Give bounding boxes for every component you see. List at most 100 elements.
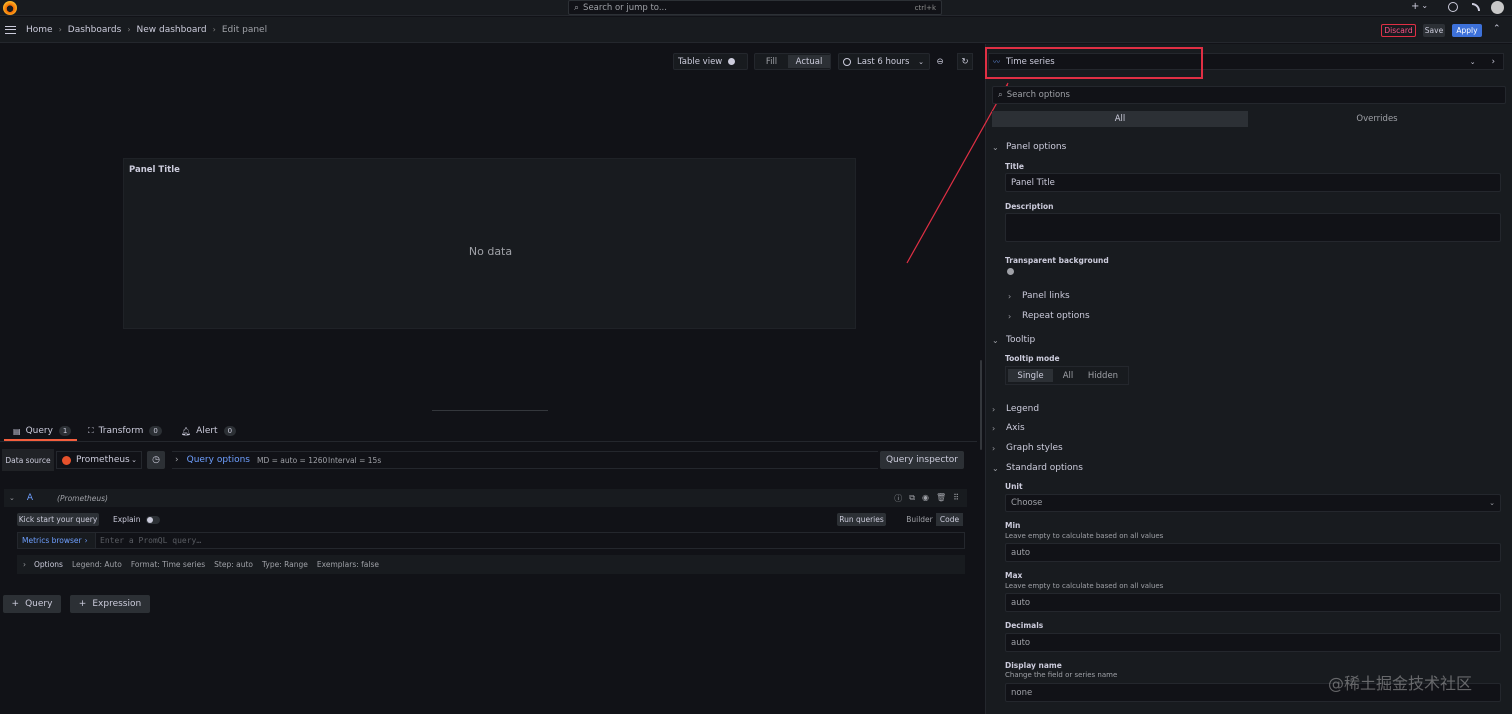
query-options-toggle[interactable]: › Query options [175,455,250,465]
section-tooltip-label: Tooltip [1006,335,1036,345]
editor-tabs: ▤ Query 1 ⛶ Transform 0 🔔︎ Alert 0 [0,421,977,441]
tooltip-mode-hidden[interactable]: Hidden [1081,367,1125,384]
kick-start-button[interactable]: Kick start your query [17,513,99,526]
panel-preview[interactable]: Panel Title No data [123,158,856,329]
breadcrumb-home[interactable]: Home [26,25,53,35]
metrics-browser-label: Metrics browser [22,536,82,545]
section-axis-label: Axis [1006,423,1025,433]
section-standard-options[interactable]: ⌄ Standard options [992,463,1083,473]
search-icon: ⌕ [998,90,1003,100]
query-ref[interactable]: A [27,493,33,503]
breadcrumb-new-dashboard[interactable]: New dashboard [137,25,207,35]
section-panel-links[interactable]: › Panel links [1008,291,1070,301]
transparent-toggle[interactable] [1007,268,1014,275]
transform-icon: ⛶ [88,426,94,435]
tab-all[interactable]: All [992,111,1248,127]
chevron-right-icon[interactable]: › [1492,57,1495,67]
help-icon[interactable]: ⓘ [894,493,902,504]
avatar[interactable] [1491,1,1504,14]
search-icon: ⌕ [574,2,580,13]
min-label: Min [1005,521,1021,530]
title-label: Title [1005,162,1024,171]
decimals-input[interactable]: auto [1005,633,1501,652]
shortcut-hint: ctrl+k [914,3,936,12]
database-icon: ▤ [13,426,21,436]
metrics-browser-button[interactable]: Metrics browser › [18,533,96,548]
min-input[interactable]: auto [1005,543,1501,562]
actual-option[interactable]: Actual [788,55,830,68]
section-legend[interactable]: › Legend [992,404,1039,414]
section-panel-options-label: Panel options [1006,142,1067,152]
refresh-icon[interactable]: ↻ [957,53,973,70]
menu-icon[interactable] [5,25,16,34]
title-input[interactable]: Panel Title [1005,173,1501,192]
time-range-picker[interactable]: Last 6 hours ⌄ [838,53,930,70]
breadcrumb-dashboards[interactable]: Dashboards [68,25,122,35]
zoom-out-icon[interactable]: ⊖ [932,53,948,70]
datasource-picker[interactable]: Prometheus ⌄ [56,451,142,469]
news-icon[interactable] [1472,3,1480,11]
unit-picker[interactable]: Choose ⌄ [1005,494,1501,512]
new-menu-button[interactable]: + ⌄ [1411,1,1428,12]
grafana-logo[interactable] [3,1,17,15]
max-input[interactable]: auto [1005,593,1501,612]
query-inspector-button[interactable]: Query inspector [880,451,964,469]
description-textarea[interactable] [1005,213,1501,242]
add-expression-button[interactable]: + Expression [70,595,150,613]
explain-label: Explain [113,515,141,524]
tooltip-mode-all[interactable]: All [1055,367,1081,384]
section-axis[interactable]: › Axis [992,423,1025,433]
save-button[interactable]: Save [1423,24,1445,37]
code-option[interactable]: Code [936,513,963,526]
chevron-right-icon: › [58,25,62,34]
chevron-down-icon: ⌄ [1469,57,1476,66]
pane-splitter[interactable] [980,360,982,450]
format-info: Format: Time series [130,560,206,569]
chevron-up-icon[interactable]: ⌃ [1493,24,1501,34]
chevron-down-icon[interactable]: ⌄ [9,494,15,502]
global-search[interactable]: ⌕ Search or jump to... ctrl+k [568,0,942,15]
tab-query[interactable]: ▤ Query 1 [13,421,72,441]
breadcrumb-edit-panel: Edit panel [221,24,268,35]
history-icon[interactable]: ◷ [147,451,165,469]
chevron-right-icon: › [1008,291,1012,301]
section-graph-styles[interactable]: › Graph styles [992,443,1063,453]
toggle-switch[interactable] [146,515,161,524]
builder-option[interactable]: Builder [903,513,936,526]
table-view-toggle[interactable]: Table view [673,53,748,70]
tab-transform[interactable]: ⛶ Transform 0 [88,421,162,441]
add-query-button[interactable]: + Query [3,595,61,613]
help-icon[interactable] [1448,2,1458,12]
apply-button[interactable]: Apply [1452,24,1482,37]
promql-input[interactable]: Enter a PromQL query… [100,536,201,545]
fill-option[interactable]: Fill [755,57,788,67]
trash-icon[interactable]: 🗑︎ [936,493,946,504]
section-repeat-options[interactable]: › Repeat options [1008,311,1090,321]
description-label: Description [1005,202,1054,211]
search-options-input[interactable]: Search options [1007,90,1070,100]
toggle-switch[interactable] [728,58,736,65]
drag-handle-icon[interactable]: ⠿ [953,493,959,504]
query-options-summary[interactable]: › Options Legend: Auto Format: Time seri… [17,555,965,574]
section-tooltip[interactable]: ⌄ Tooltip [992,335,1035,345]
tab-overrides[interactable]: Overrides [1248,111,1506,127]
chevron-right-icon: › [175,455,179,465]
query-row-header: ⌄ A (Prometheus) ⓘ ⧉ ◉ 🗑︎ ⠿ [4,489,967,507]
section-standard-options-label: Standard options [1006,463,1083,473]
search-options-field[interactable]: ⌕ Search options [992,86,1506,104]
annotation-arrow [906,82,1009,264]
chevron-down-icon: ⌄ [992,335,999,345]
unit-value: Choose [1011,498,1043,508]
splitter-handle[interactable] [432,410,548,411]
tooltip-mode-single[interactable]: Single [1008,369,1053,382]
explain-toggle[interactable]: Explain [113,515,161,524]
duplicate-icon[interactable]: ⧉ [909,493,915,504]
tab-alert[interactable]: 🔔︎ Alert 0 [181,421,237,441]
run-queries-button[interactable]: Run queries [837,513,886,526]
eye-icon[interactable]: ◉ [922,493,929,504]
add-query-label: Query [25,599,53,609]
section-panel-options[interactable]: ⌄ Panel options [992,142,1066,152]
datasource-label: Data source [2,449,54,471]
discard-button[interactable]: Discard [1381,24,1416,37]
breadcrumb: Home › Dashboards › New dashboard › Edit… [26,25,267,35]
